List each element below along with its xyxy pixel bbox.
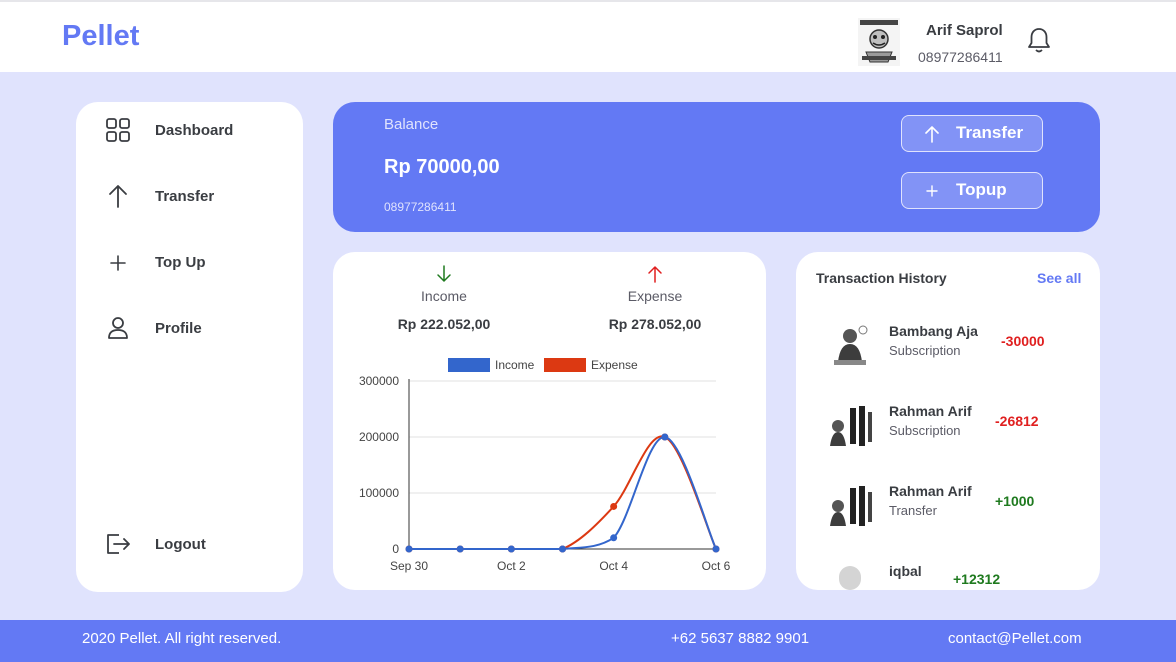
income-value: Rp 222.052,00 [397, 316, 491, 332]
legend-label: Expense [591, 358, 638, 372]
sidebar-item-profile[interactable]: Profile [104, 314, 202, 342]
y-tick-label: 200000 [359, 430, 399, 444]
balance-card: Balance Rp 70000,00 08977286411 Transfer… [333, 102, 1100, 232]
transaction-amount: -30000 [1001, 333, 1045, 349]
grid-icon [106, 118, 130, 142]
data-point-income [405, 545, 413, 553]
y-tick-label: 0 [392, 542, 399, 556]
x-tick-label: Oct 2 [497, 559, 526, 573]
expense-stat: Expense Rp 278.052,00 [575, 264, 735, 332]
transaction-avatar [826, 322, 874, 372]
legend-swatch [544, 358, 586, 372]
data-point-income [456, 545, 464, 553]
logout-icon [107, 534, 130, 554]
expense-label: Expense [627, 288, 683, 304]
sidebar-item-dashboard[interactable]: Dashboard [104, 116, 233, 144]
transaction-name: Rahman Arif [889, 483, 972, 499]
user-icon [108, 317, 128, 339]
topup-button-label: Topup [956, 180, 1007, 199]
balance-amount: Rp 70000,00 [384, 156, 500, 178]
transaction-item[interactable]: iqbal +12312 [796, 562, 1100, 590]
data-point-income [559, 545, 566, 553]
user-phone: 08977286411 [918, 49, 1003, 65]
income-expense-chart: 0 100000 200000 300000 Sep 30 Oct 2 Oct 4 Oct 6… [359, 358, 731, 573]
transfer-button-label: Transfer [956, 123, 1024, 142]
transaction-amount: +1000 [995, 493, 1035, 509]
transaction-amount: -26812 [995, 413, 1039, 429]
transaction-item[interactable]: Rahman Arif Subscription -26812 [796, 402, 1100, 462]
transaction-amount: +12312 [953, 571, 1001, 587]
footer-copyright: 2020 Pellet. All right reserved. [82, 630, 282, 647]
sidebar-item-transfer[interactable]: Transfer [104, 182, 214, 210]
data-point-income [610, 534, 618, 542]
arrow-down-icon [437, 265, 451, 282]
bell-icon[interactable] [1026, 26, 1052, 54]
transaction-type: Subscription [889, 423, 961, 438]
footer-email[interactable]: contact@Pellet.com [948, 630, 1082, 647]
legend-swatch [448, 358, 490, 372]
see-all-link[interactable]: See all [1037, 270, 1081, 286]
stats-card: Income Rp 222.052,00 Expense Rp 278.052,… [333, 252, 766, 590]
sidebar-item-label: Profile [155, 319, 202, 337]
arrow-up-icon [648, 266, 662, 283]
transaction-type: Transfer [889, 503, 937, 518]
logout-button[interactable]: Logout [104, 530, 206, 558]
user-avatar[interactable] [858, 18, 900, 66]
history-title: Transaction History [816, 270, 947, 286]
x-tick-label: Sep 30 [390, 559, 428, 573]
data-point-income [712, 545, 720, 553]
legend-label: Income [495, 358, 535, 372]
income-stat: Income Rp 222.052,00 [364, 264, 524, 332]
data-point-income [507, 545, 515, 553]
balance-label: Balance [384, 116, 439, 133]
top-header: Pellet Arif Saprol 08977286411 [0, 0, 1176, 72]
plus-icon [926, 185, 938, 197]
footer-phone: +62 5637 8882 9901 [671, 630, 810, 647]
transaction-name: Bambang Aja [889, 323, 978, 339]
transaction-avatar [826, 482, 874, 532]
transaction-type: Subscription [889, 343, 961, 358]
logout-label: Logout [155, 535, 206, 553]
plus-icon [110, 255, 126, 271]
data-point-income [661, 433, 669, 441]
income-label: Income [421, 288, 467, 304]
transaction-item[interactable]: Bambang Aja Subscription -30000 [796, 322, 1100, 382]
sidebar: Dashboard Transfer Top Up Profile Logout [76, 102, 303, 592]
transaction-name: iqbal [889, 563, 922, 579]
transaction-history-card: Transaction History See all Bambang Aja … [796, 252, 1100, 590]
sidebar-item-label: Top Up [155, 253, 206, 271]
transaction-item[interactable]: Rahman Arif Transfer +1000 [796, 482, 1100, 542]
user-name: Arif Saprol [926, 22, 1003, 39]
x-tick-label: Oct 6 [702, 559, 731, 573]
app-logo[interactable]: Pellet [62, 20, 139, 53]
data-point-expense [610, 502, 618, 510]
sidebar-item-topup[interactable]: Top Up [104, 248, 206, 276]
x-tick-label: Oct 4 [599, 559, 628, 573]
footer: 2020 Pellet. All right reserved. +62 563… [0, 620, 1176, 662]
balance-phone: 08977286411 [384, 200, 457, 214]
transaction-avatar [839, 566, 861, 590]
transaction-avatar [826, 402, 874, 452]
sidebar-item-label: Transfer [155, 187, 215, 205]
sidebar-item-label: Dashboard [155, 121, 234, 139]
y-tick-label: 100000 [359, 486, 399, 500]
transaction-name: Rahman Arif [889, 403, 972, 419]
transfer-button[interactable]: Transfer [901, 115, 1043, 152]
expense-value: Rp 278.052,00 [608, 316, 702, 332]
arrow-up-icon [925, 126, 939, 143]
arrow-up-icon [109, 185, 127, 208]
topup-button[interactable]: Topup [901, 172, 1043, 209]
y-tick-label: 300000 [359, 374, 399, 388]
